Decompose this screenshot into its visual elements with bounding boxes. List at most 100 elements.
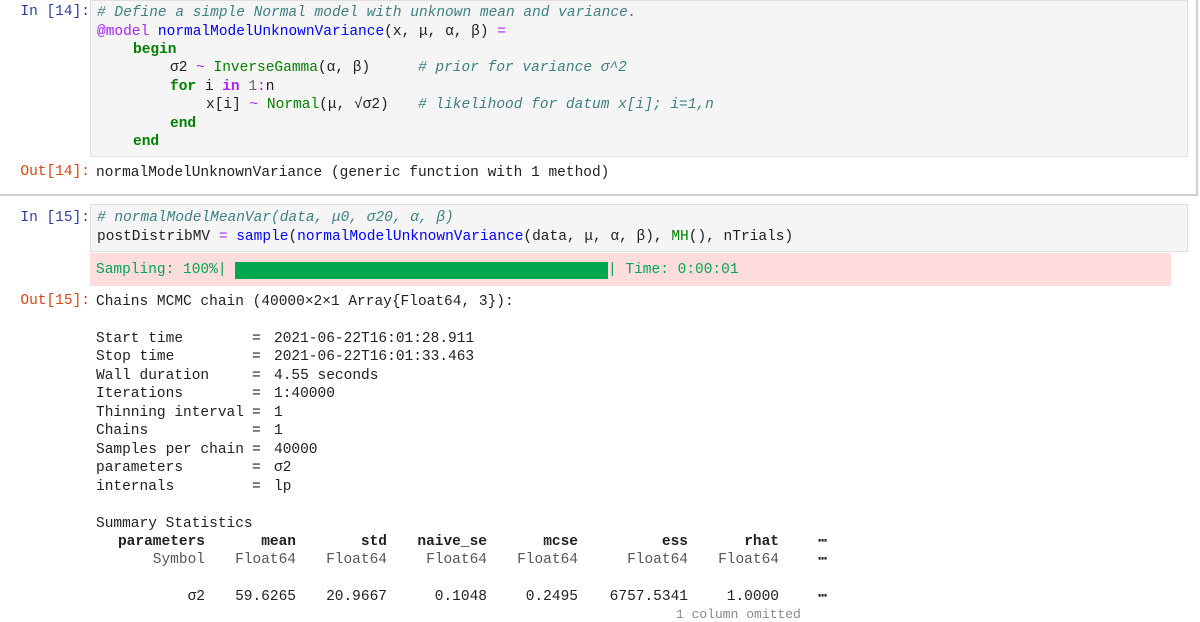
table-header-cell: naive_se — [417, 534, 487, 550]
table-data-cell: 1.0000 — [726, 589, 779, 605]
stat-row: Wall duration = 4.55 seconds — [96, 367, 378, 385]
table-type-cell: Float64 — [627, 552, 688, 568]
stat-equals: = — [252, 386, 270, 402]
table-type-cell: Float64 — [426, 552, 487, 568]
stat-key: Stop time — [96, 349, 175, 365]
stat-key: Thinning interval — [96, 405, 244, 421]
stat-value: 1 — [274, 405, 283, 421]
stat-value: 4.55 seconds — [274, 368, 379, 384]
loop-var: i — [204, 79, 214, 95]
call-rest: (), nTrials) — [688, 229, 794, 245]
stat-key: internals — [96, 479, 175, 495]
tilde-operator: ~ — [249, 97, 259, 113]
paren: ( — [288, 229, 298, 245]
table-type-cell: Float64 — [235, 552, 296, 568]
code-comment: # prior for variance σ^2 — [418, 60, 627, 76]
stat-equals: = — [252, 460, 270, 476]
table-header-cell: std — [360, 534, 387, 550]
cell-14-code-editor[interactable]: # Define a simple Normal model with unkn… — [90, 0, 1188, 157]
variable: postDistribMV — [97, 229, 211, 245]
stat-value: 2021-06-22T16:01:28.911 — [274, 331, 475, 347]
cell-selection-border — [0, 194, 1198, 196]
table-data-cell: 20.9667 — [326, 589, 387, 605]
indexed-var: x[i] — [206, 97, 241, 113]
table-type-cell: Float64 — [517, 552, 578, 568]
stat-row: parameters = σ2 — [96, 459, 291, 477]
column-ellipsis: ⋯ — [818, 589, 827, 605]
stderr-output: Sampling: 100%| | Time: 0:00:01 — [90, 253, 1171, 286]
summary-title: Summary Statistics — [96, 516, 253, 532]
cell-14-out-prompt: Out[14]: — [20, 164, 90, 180]
table-data-cell: 0.2495 — [525, 589, 578, 605]
stat-value: σ2 — [274, 460, 292, 476]
variable: σ2 — [170, 60, 188, 76]
stat-equals: = — [252, 423, 270, 439]
columns-omitted-note: 1 column omitted — [676, 607, 801, 622]
table-data-cell: 59.6265 — [235, 589, 296, 605]
cell-14-output: normalModelUnknownVariance (generic func… — [96, 165, 610, 181]
column-ellipsis: ⋯ — [818, 552, 827, 568]
stat-key: Start time — [96, 331, 184, 347]
stat-key: Iterations — [96, 386, 184, 402]
progress-prefix: Sampling: 100%| — [96, 262, 227, 278]
table-type-cell: Float64 — [718, 552, 779, 568]
distribution-args: (μ, √σ2) — [319, 97, 389, 113]
table-header-cell: mean — [261, 534, 296, 550]
table-header-cell: parameters — [117, 534, 205, 550]
table-data-cell: 6757.5341 — [609, 589, 688, 605]
end-keyword: end — [133, 134, 160, 150]
cell-selection-border — [1196, 0, 1198, 196]
table-type-cell: Float64 — [326, 552, 387, 568]
code-comment: # Define a simple Normal model with unkn… — [97, 5, 637, 21]
stat-row: Start time = 2021-06-22T16:01:28.911 — [96, 330, 474, 348]
code-comment: # likelihood for datum x[i]; i=1,n — [418, 97, 714, 113]
distribution-args: (α, β) — [317, 60, 371, 76]
stat-value: lp — [274, 479, 292, 495]
stat-key: parameters — [96, 460, 184, 476]
table-data-cell: σ2 — [187, 589, 205, 605]
stat-row: Samples per chain = 40000 — [96, 441, 318, 459]
begin-keyword: begin — [133, 42, 177, 58]
stat-row: Stop time = 2021-06-22T16:01:33.463 — [96, 348, 474, 366]
table-type-cell: Symbol — [152, 552, 205, 568]
function-args: (x, μ, α, β) — [384, 24, 489, 40]
code-comment: # normalModelMeanVar(data, μ0, σ20, α, β… — [97, 210, 454, 226]
in-keyword: in — [222, 79, 240, 95]
cell-15-out-prompt: Out[15]: — [20, 293, 90, 309]
stat-key: Samples per chain — [96, 442, 244, 458]
stat-row: internals = lp — [96, 478, 291, 496]
range-start: 1 — [248, 79, 258, 95]
assign-operator: = — [218, 229, 228, 245]
model-args: (data, μ, α, β), — [523, 229, 672, 245]
cell-14-in-prompt: In [14]: — [20, 4, 90, 20]
range-end: n — [265, 79, 275, 95]
chain-header: Chains MCMC chain (40000×2×1 Array{Float… — [96, 294, 514, 310]
table-data-cell: 0.1048 — [434, 589, 487, 605]
stat-equals: = — [252, 479, 270, 495]
progress-bar — [235, 262, 608, 279]
cell-15-in-prompt: In [15]: — [20, 210, 90, 226]
progress-suffix: | Time: 0:00:01 — [608, 262, 739, 278]
model-name: normalModelUnknownVariance — [297, 229, 524, 245]
stat-row: Iterations = 1:40000 — [96, 385, 335, 403]
range-colon: : — [257, 79, 266, 95]
stat-row: Thinning interval = 1 — [96, 404, 283, 422]
stat-equals: = — [252, 405, 270, 421]
stat-key: Chains — [96, 423, 149, 439]
column-ellipsis: ⋯ — [818, 534, 827, 550]
tilde-operator: ~ — [196, 60, 205, 76]
stat-key: Wall duration — [96, 368, 210, 384]
stat-value: 1 — [274, 423, 283, 439]
sampler-name: MH — [671, 229, 689, 245]
stat-equals: = — [252, 442, 270, 458]
table-header-cell: mcse — [543, 534, 578, 550]
distribution-name: InverseGamma — [213, 60, 318, 76]
stat-value: 2021-06-22T16:01:33.463 — [274, 349, 475, 365]
function-name: normalModelUnknownVariance — [157, 24, 385, 40]
end-keyword: end — [170, 116, 197, 132]
for-keyword: for — [170, 79, 197, 95]
stat-value: 1:40000 — [274, 386, 335, 402]
cell-15-code-editor[interactable]: # normalModelMeanVar(data, μ0, σ20, α, β… — [90, 204, 1188, 252]
stat-row: Chains = 1 — [96, 422, 283, 440]
stat-equals: = — [252, 349, 270, 365]
